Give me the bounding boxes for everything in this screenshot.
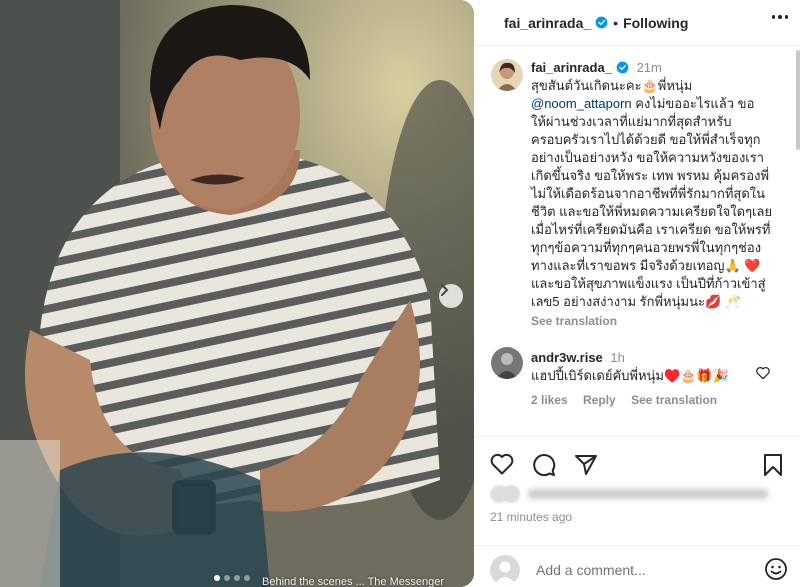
comment-text: andr3w.rise 1h แฮปปี้เบิร์ดเดย์คับพี่หนุ… — [531, 349, 751, 385]
comment-time: 1h — [610, 350, 625, 365]
comment-icon[interactable] — [532, 453, 556, 477]
comment-username[interactable]: andr3w.rise — [531, 350, 603, 365]
caption-line: ทางและที่เราขอพร มีจริงด้วยเทอญ🙏 ❤️ — [531, 258, 761, 273]
post-photo[interactable]: Behind the scenes ... The Messenger — [0, 0, 474, 587]
caption-text: fai_arinrada_ 21m สุขสันต์วันเกิดนะคะ🎂พี… — [531, 59, 783, 330]
comment-meta: 2 likes Reply See translation — [531, 393, 729, 407]
comment-likes[interactable]: 2 likes — [531, 393, 568, 407]
caption-line: ชีวิต และขอให้พี่หมดความเครียดใจใดๆเลย — [531, 204, 773, 219]
caption-line: ไม่ให้เดือดร้อนจากอาชีพที่พี่รักมากที่สุ… — [531, 186, 766, 201]
carousel-dot — [244, 575, 250, 581]
caption-line: เมื่อไหร่ที่เครียดมันคือ เราเครียด ขอให้… — [531, 222, 771, 237]
caption-line: คงไม่ขออะไรแล้ว ขอ — [631, 96, 755, 111]
heart-icon[interactable] — [490, 453, 514, 475]
caption-time: 21m — [636, 60, 662, 75]
photo-illustration — [0, 0, 474, 587]
liked-by-row[interactable] — [490, 485, 768, 503]
caption-line: เลข5 อย่างสง่างาม รักพี่หนุ่มนะ💋 🥂 — [531, 294, 741, 309]
comment-body: แฮปปี้เบิร์ดเดย์คับพี่หนุ่ม♥️🎂🎁🎉 — [531, 368, 729, 383]
header-username[interactable]: fai_arinrada_ — [504, 15, 591, 31]
see-translation-link[interactable]: See translation — [531, 312, 783, 330]
caption-username[interactable]: fai_arinrada_ — [531, 60, 612, 75]
caption-line: และขอให้สุขภาพแข็งแรง เป็นปีที่ก้าวเข้าส… — [531, 276, 766, 291]
carousel-dot — [234, 575, 240, 581]
reply-button[interactable]: Reply — [583, 393, 616, 407]
scrollbar[interactable] — [796, 50, 800, 150]
add-comment-bar — [474, 545, 800, 587]
avatar — [490, 555, 520, 585]
caption-line: เกิดขึ้นจริง ขอให้พระ เทพ พรหม คุ้มครองพ… — [531, 168, 770, 183]
caption-line: สุขสันต์วันเกิดนะคะ🎂พี่หนุ่ม — [531, 78, 693, 93]
heart-icon[interactable] — [755, 366, 771, 380]
verified-badge-icon — [616, 61, 629, 74]
verified-badge-icon — [595, 16, 608, 29]
post-actions: 21 minutes ago — [474, 436, 800, 587]
liked-by-text — [528, 489, 768, 499]
avatar[interactable] — [491, 347, 523, 379]
more-horizontal-icon[interactable] — [771, 15, 788, 19]
carousel-indicator — [214, 575, 250, 581]
action-bar — [490, 453, 786, 477]
carousel-dot — [214, 575, 220, 581]
photo-overlay-caption: Behind the scenes ... The Messenger — [262, 576, 445, 587]
comment-input[interactable] — [536, 556, 746, 584]
share-icon[interactable] — [574, 453, 598, 477]
avatar[interactable] — [491, 59, 523, 91]
bookmark-icon[interactable] — [763, 453, 783, 477]
caption-line: ให้ผ่านช่วงเวลาที่แย่มากที่สุดสำหรับ — [531, 114, 732, 129]
emoji-icon[interactable] — [764, 557, 788, 581]
header-separator: • — [613, 14, 619, 31]
post-time: 21 minutes ago — [490, 510, 573, 524]
following-button[interactable]: Following — [623, 15, 688, 31]
mention-link[interactable]: @noom_attaporn — [531, 96, 632, 111]
carousel-dot — [224, 575, 230, 581]
avatar — [502, 485, 520, 503]
chevron-right-icon — [441, 284, 449, 296]
post-header: fai_arinrada_ • Following — [474, 0, 800, 46]
caption-line: ทุกๆข้อความที่ทุกๆคนอวยพรพี่ในทุกๆช่อง — [531, 240, 762, 255]
post-side-panel: fai_arinrada_ • Following fai_arinrada_ … — [474, 0, 800, 587]
next-slide-button[interactable] — [439, 284, 463, 308]
caption-line: ครอบครัวเราไปได้ด้วยดี ขอให้พี่สำเร็จทุก — [531, 132, 761, 147]
comments-section[interactable]: fai_arinrada_ 21m สุขสันต์วันเกิดนะคะ🎂พี… — [474, 47, 796, 436]
caption-line: อย่างเป็นอย่างหวัง ขอให้ความหวังของเรา — [531, 150, 765, 165]
see-translation-link[interactable]: See translation — [631, 393, 717, 407]
